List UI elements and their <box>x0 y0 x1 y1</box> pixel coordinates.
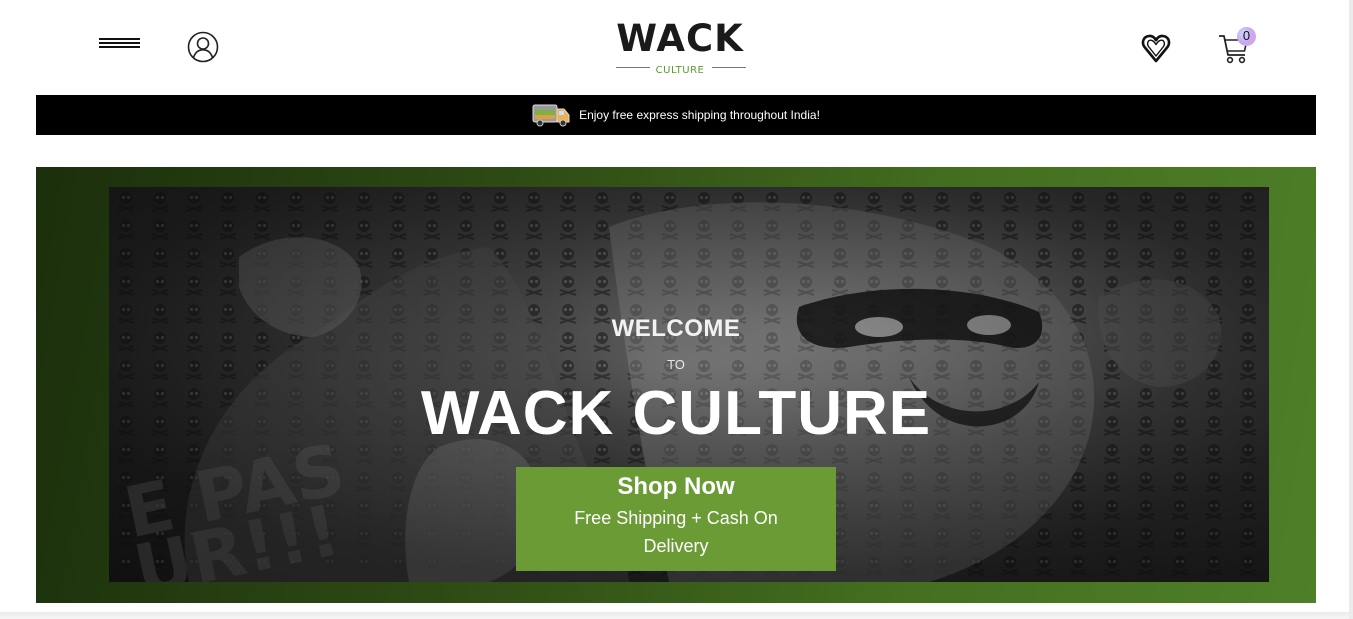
shop-now-label: Shop Now <box>617 473 735 500</box>
hamburger-menu-icon[interactable] <box>99 38 140 56</box>
site-header: WACK CULTURE 0 <box>0 0 1353 95</box>
shop-now-subtitle: Free Shipping + Cash On Delivery <box>574 508 778 556</box>
logo-tagline: CULTURE <box>606 60 754 76</box>
promo-text: Enjoy free express shipping throughout I… <box>579 108 820 122</box>
delivery-truck-icon <box>532 104 570 127</box>
logo-subtitle: CULTURE <box>655 65 705 76</box>
shop-now-button[interactable]: Shop Now Free Shipping + Cash On Deliver… <box>516 467 836 571</box>
logo-wordmark: WACK <box>616 17 744 60</box>
shipping-promo-bar: Enjoy free express shipping throughout I… <box>36 95 1316 135</box>
hero-banner: E PAS UR!!! WELCOME TO WACK CULTURE Shop… <box>36 167 1316 603</box>
wishlist-heart-icon[interactable] <box>1140 32 1172 64</box>
hero-text-block: WELCOME TO WACK CULTURE Shop Now Free Sh… <box>36 167 1316 603</box>
scrollbar-track[interactable] <box>1349 0 1353 619</box>
hero-welcome-text: WELCOME <box>611 315 741 342</box>
site-logo[interactable]: WACK CULTURE <box>606 17 754 76</box>
cart-button[interactable]: 0 <box>1218 27 1260 67</box>
hero-to-text: TO <box>667 357 685 372</box>
hero-brand-title: WACK CULTURE <box>420 379 932 448</box>
cart-count-badge: 0 <box>1237 27 1256 46</box>
user-account-icon[interactable] <box>187 31 219 63</box>
page-bottom-edge <box>0 612 1353 619</box>
